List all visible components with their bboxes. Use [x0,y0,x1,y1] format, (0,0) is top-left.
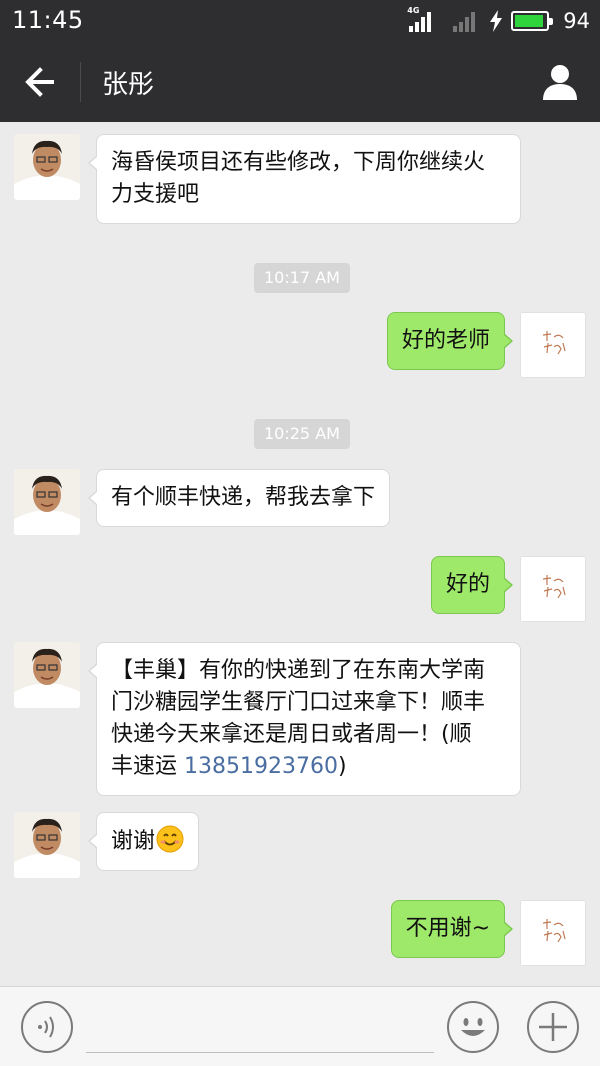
message-input[interactable] [86,1003,434,1053]
message-bubble-received[interactable]: 有个顺丰快递，帮我去拿下 [87,469,391,527]
status-time: 11:45 [12,6,84,34]
network-type-label: 4G [407,6,420,15]
contact-avatar[interactable] [14,642,80,708]
message-text: 海昏侯项目还有些修改，下周你继续火 [111,150,486,175]
message-text: 快递今天来拿还是周日或者周一！(顺 [111,722,472,747]
message-text: 不用谢~ [405,916,490,941]
smiling-face-emoji [156,825,184,853]
message-text: 谢谢 [111,829,156,854]
message-text: ) [337,754,347,779]
emoji-icon[interactable] [446,1000,500,1054]
signal-4g-icon: 4G [407,6,432,32]
message-timestamp: 10:17 AM [254,263,350,293]
chat-header: 张彤 [0,42,600,122]
status-icons: 4G 94 [407,6,590,34]
message-text: 力支援吧 [111,182,200,207]
voice-icon[interactable] [20,1000,74,1054]
my-avatar[interactable] [520,900,586,966]
my-avatar[interactable] [520,312,586,378]
message-text: 【丰巢】有你的快递到了在东南大学南 [111,658,486,683]
message-bubble-received[interactable]: 【丰巢】有你的快递到了在东南大学南 门沙糖园学生餐厅门口过来拿下！顺丰 快递今天… [88,642,521,796]
battery-level: 94 [563,9,590,33]
message-text: 好的 [445,572,490,597]
message-bubble-sent[interactable]: 好的老师 [386,312,514,370]
header-divider [80,62,81,102]
contact-avatar[interactable] [14,469,80,535]
message-bubble-sent[interactable]: 不用谢~ [390,900,514,958]
chat-area[interactable]: 海昏侯项目还有些修改，下周你继续火 力支援吧 10:17 AM 好的老师 10:… [0,122,600,986]
plus-icon[interactable] [526,1000,580,1054]
message-bubble-received[interactable]: 谢谢 [87,812,200,871]
message-text: 门沙糖园学生餐厅门口过来拿下！顺丰 [111,690,486,715]
my-avatar[interactable] [520,556,586,622]
person-icon[interactable] [540,62,580,102]
input-bar [0,986,600,1066]
message-text: 丰速运 [111,754,184,779]
charging-bolt-icon [490,10,503,32]
phone-number-link[interactable]: 13851923760 [184,754,338,779]
message-timestamp: 10:25 AM [254,419,350,449]
battery-icon [511,11,554,31]
back-arrow-icon[interactable] [22,64,62,100]
message-bubble-received[interactable]: 海昏侯项目还有些修改，下周你继续火 力支援吧 [88,134,521,224]
message-text-line: 丰速运 13851923760) [111,751,506,783]
status-bar: 11:45 4G 94 [0,0,600,42]
message-text: 好的老师 [401,328,490,353]
message-bubble-sent[interactable]: 好的 [430,556,514,614]
message-text: 有个顺丰快递，帮我去拿下 [111,485,376,510]
chat-title: 张彤 [102,70,155,100]
contact-avatar[interactable] [14,134,80,200]
contact-avatar[interactable] [14,812,80,878]
signal-empty-icon [453,10,476,32]
